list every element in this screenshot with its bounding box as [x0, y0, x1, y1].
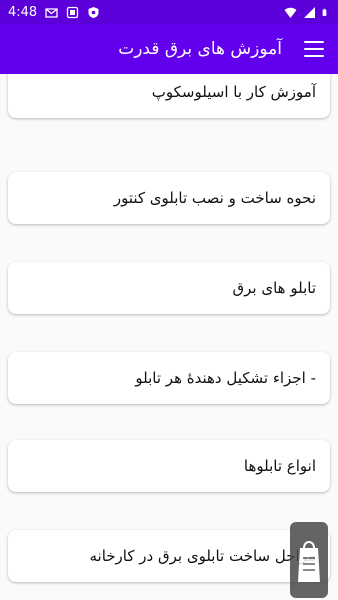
- shield-icon: [88, 6, 99, 18]
- status-right: [284, 6, 330, 19]
- app-title: آموزش های برق قدرت: [118, 39, 282, 59]
- battery-icon: [322, 8, 327, 16]
- cafebazaar-bag-icon: [298, 541, 320, 582]
- list-item-label: نحوه ساخت و نصب تابلوی کنتور: [113, 189, 316, 207]
- status-bar: 4:48: [0, 0, 338, 24]
- list-item-label: - اجزاء تشکیل دهندهٔ هر تابلو: [135, 369, 316, 387]
- list-item[interactable]: انواع تابلوها: [8, 440, 330, 492]
- status-time: 4:48: [8, 4, 38, 20]
- hamburger-menu-icon[interactable]: [304, 41, 324, 57]
- box-icon: [67, 6, 79, 18]
- list-item-label: آموزش کار با اسیلوسکوپ: [151, 83, 316, 101]
- list-item-label: مراحل ساخت تابلوی برق در کارخانه: [89, 547, 317, 565]
- wifi-icon: [284, 7, 297, 18]
- status-left: 4:48: [8, 5, 100, 20]
- list-item[interactable]: تابلو های برق: [8, 262, 330, 314]
- list-item-label: انواع تابلوها: [243, 457, 316, 475]
- topic-list: آموزش کار با اسیلوسکوپ نحوه ساخت و نصب ت…: [0, 74, 338, 600]
- signal-icon: [304, 6, 315, 18]
- list-item[interactable]: نحوه ساخت و نصب تابلوی کنتور: [8, 172, 330, 224]
- list-item[interactable]: آموزش کار با اسیلوسکوپ: [8, 74, 330, 118]
- list-item[interactable]: - اجزاء تشکیل دهندهٔ هر تابلو: [8, 352, 330, 404]
- app-bar: آموزش های برق قدرت: [0, 24, 338, 74]
- list-item[interactable]: مراحل ساخت تابلوی برق در کارخانه: [8, 530, 330, 582]
- fast-scroll-thumb[interactable]: [290, 522, 328, 598]
- list-item-label: تابلو های برق: [232, 279, 316, 297]
- gmail-icon: [45, 7, 58, 18]
